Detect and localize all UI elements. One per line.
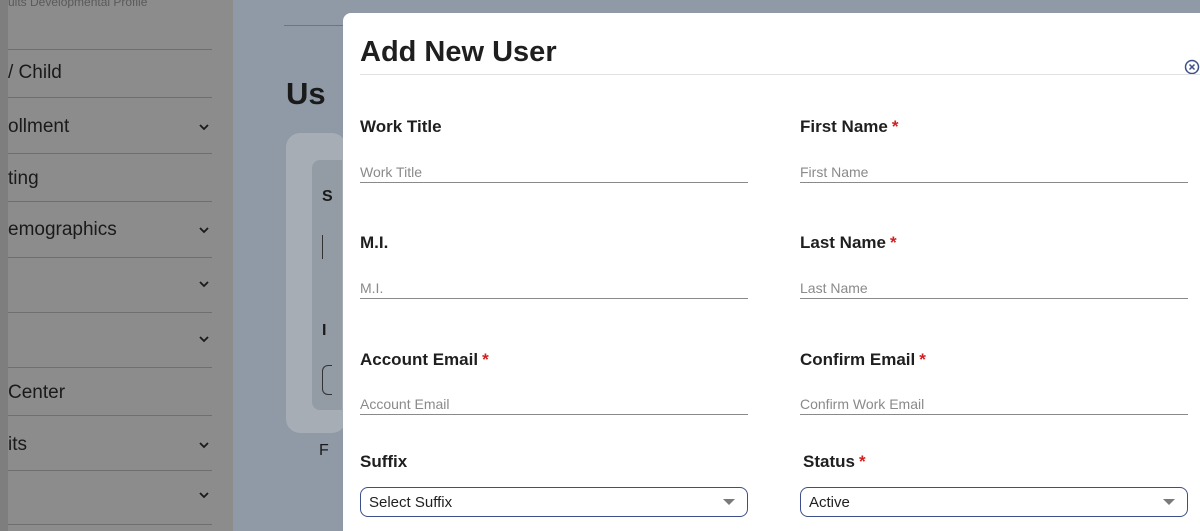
sidebar-item-9[interactable] [8, 487, 212, 503]
required-marker: * [919, 350, 926, 369]
divider [284, 25, 344, 26]
sidebar-item-reporting[interactable]: ting [8, 168, 212, 190]
background-label: I [322, 322, 327, 339]
required-marker: * [858, 452, 866, 471]
chevron-down-icon [196, 331, 212, 347]
last-name-input[interactable] [800, 277, 1188, 299]
confirm-email-input[interactable] [800, 393, 1188, 415]
sidebar-item-child[interactable]: / Child [8, 62, 212, 84]
sidebar-top-text: ults Developmental Profile [8, 0, 148, 8]
chevron-down-icon [196, 437, 212, 453]
divider [8, 312, 212, 313]
background-button [322, 365, 332, 395]
work-title-label: Work Title [360, 117, 442, 136]
divider [8, 49, 212, 50]
sidebar-item-6[interactable] [8, 331, 212, 347]
required-marker: * [889, 233, 897, 252]
sidebar-item-label: emographics [8, 219, 117, 240]
sidebar-item-label: Center [8, 382, 66, 403]
caret-down-icon [723, 499, 735, 505]
mi-label: M.I. [360, 233, 389, 252]
required-marker: * [482, 350, 489, 369]
status-label: Status * [803, 452, 866, 471]
divider [8, 257, 212, 258]
caret-down-icon [1163, 499, 1175, 505]
sidebar-item-demographics[interactable]: emographics [8, 219, 212, 241]
suffix-label: Suffix [360, 452, 408, 471]
divider [8, 153, 212, 154]
last-name-label: Last Name * [800, 233, 897, 252]
divider [8, 97, 212, 98]
divider [8, 524, 212, 525]
sidebar-item-label: ollment [8, 116, 70, 137]
chevron-down-icon [196, 222, 212, 238]
background-label: F [319, 442, 329, 459]
sidebar-edge [0, 0, 8, 531]
divider [360, 74, 1200, 75]
sidebar-item-label: its [8, 434, 27, 455]
chevron-down-icon [196, 487, 212, 503]
confirm-email-label: Confirm Email * [800, 350, 926, 369]
sidebar-item-enrollment[interactable]: ollment [8, 116, 212, 138]
status-select-value: Active [809, 493, 850, 511]
account-email-input[interactable] [360, 393, 748, 415]
sidebar-item-5[interactable] [8, 276, 212, 292]
background-label: S [322, 188, 333, 205]
divider [8, 367, 212, 368]
sidebar-item-center[interactable]: Center [8, 382, 212, 404]
divider [8, 470, 212, 471]
first-name-label: First Name * [800, 117, 899, 136]
first-name-input[interactable] [800, 161, 1188, 183]
sidebar-item-label: / Child [8, 62, 62, 83]
background-input [322, 235, 325, 259]
page-title: Us [286, 76, 326, 111]
work-title-input[interactable] [360, 161, 748, 183]
suffix-select-value: Select Suffix [369, 493, 453, 511]
mi-input[interactable] [360, 277, 748, 299]
close-icon[interactable] [1184, 59, 1200, 75]
sidebar-item-its[interactable]: its [8, 434, 212, 456]
suffix-select[interactable]: Select Suffix [360, 487, 748, 517]
modal-title: Add New User [360, 36, 557, 68]
sidebar: ults Developmental Profile / Child ollme… [0, 0, 233, 531]
account-email-label: Account Email * [360, 350, 489, 369]
divider [8, 201, 212, 202]
sidebar-item-label: ting [8, 168, 39, 189]
divider [8, 415, 212, 416]
chevron-down-icon [196, 119, 212, 135]
status-select[interactable]: Active [800, 487, 1188, 517]
add-user-modal: Add New User Work Title First Name* M.I.… [343, 13, 1200, 531]
chevron-down-icon [196, 276, 212, 292]
required-marker: * [891, 117, 899, 136]
